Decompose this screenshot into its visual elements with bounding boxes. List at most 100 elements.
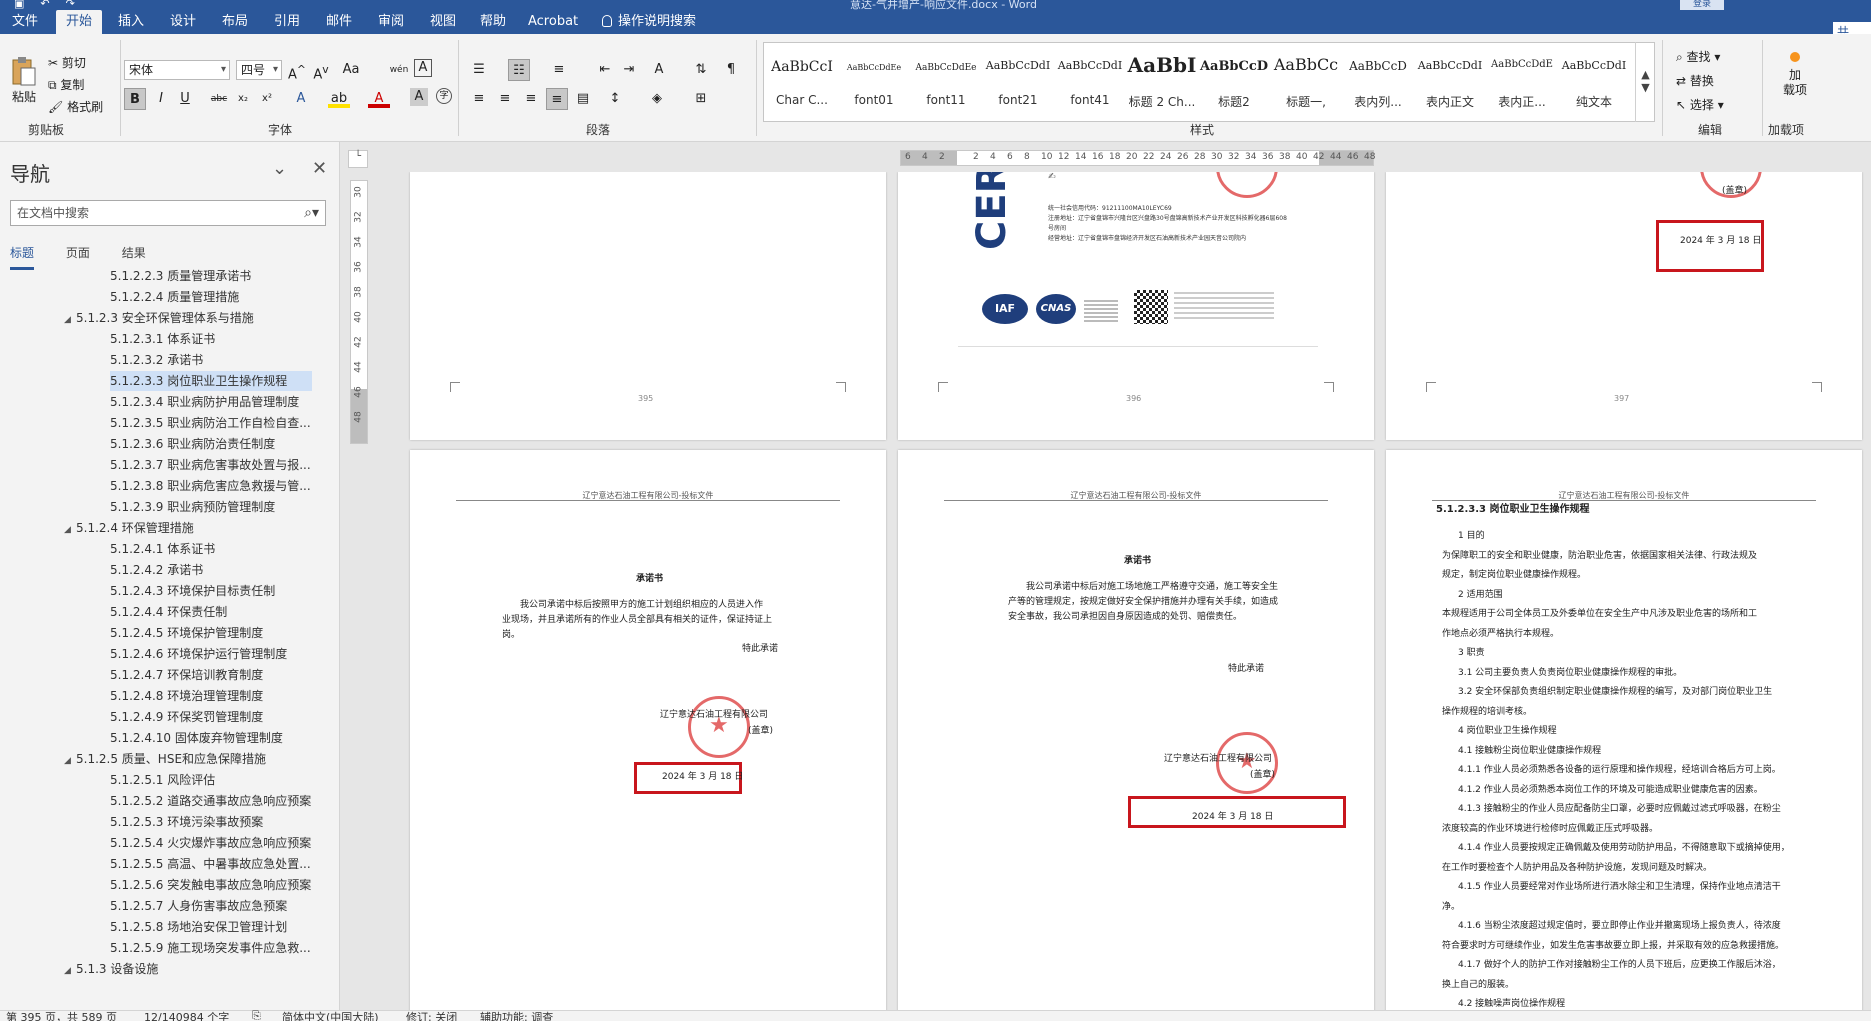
select-button[interactable]: ↖ 选择 ▾ bbox=[1676, 96, 1724, 113]
style-heading1[interactable]: AaBbCc 标题一, bbox=[1270, 43, 1342, 123]
highlight-button[interactable]: ab bbox=[328, 88, 350, 108]
page-397[interactable]: (盖章) 2024 年 3 月 18 日 397 bbox=[1386, 172, 1862, 440]
character-border-button[interactable]: A bbox=[414, 59, 432, 77]
style-table-body[interactable]: AaBbCcDdI 表内正文 bbox=[1414, 43, 1486, 123]
text-effects-button[interactable]: A bbox=[290, 88, 312, 110]
collapse-triangle-icon[interactable]: ◢ bbox=[64, 751, 76, 769]
quick-access-icons[interactable]: ▣↶↷ bbox=[14, 0, 91, 10]
nav-heading-item[interactable]: 5.1.2.3.2 承诺书 bbox=[110, 350, 203, 370]
nav-heading-item[interactable]: 5.1.2.5.2 道路交通事故应急响应预案 bbox=[110, 791, 311, 811]
nav-heading-item[interactable]: 5.1.2.4.1 体系证书 bbox=[110, 539, 215, 559]
tab-help[interactable]: 帮助 bbox=[470, 10, 516, 34]
nav-heading-item[interactable]: ◢ 5.1.2.4 环保管理措施 bbox=[64, 518, 194, 538]
tab-file[interactable]: 文件 bbox=[2, 10, 48, 34]
collapse-triangle-icon[interactable]: ◢ bbox=[64, 520, 76, 538]
nav-heading-item[interactable]: 5.1.2.3.4 职业病防护用品管理制度 bbox=[110, 392, 299, 412]
align-right-button[interactable]: ≡ bbox=[520, 88, 542, 110]
login-button[interactable]: 登录 bbox=[1680, 0, 1724, 10]
grow-font-button[interactable]: A^ bbox=[286, 59, 308, 82]
nav-heading-item[interactable]: 5.1.2.3.9 职业病预防管理制度 bbox=[110, 497, 275, 517]
nav-heading-item[interactable]: 5.1.2.3.8 职业病危害应急救援与管... bbox=[110, 476, 311, 496]
style-plain-text[interactable]: AaBbCcDdI 纯文本 bbox=[1558, 43, 1630, 123]
accessibility-status[interactable]: 辅助功能: 调查 bbox=[480, 1009, 553, 1021]
nav-heading-item[interactable]: 5.1.2.3.6 职业病防治责任制度 bbox=[110, 434, 275, 454]
decrease-indent-button[interactable]: ⇤ bbox=[594, 59, 616, 81]
page-398[interactable]: 辽宁意达石油工程有限公司-投标文件 承诺书 我公司承诺中标后按照甲方的施工计划组… bbox=[410, 450, 886, 1010]
page-400[interactable]: 辽宁意达石油工程有限公司-投标文件 5.1.2.3.3 岗位职业卫生操作规程 1… bbox=[1386, 450, 1862, 1010]
borders-button[interactable]: ⊞ bbox=[690, 88, 712, 110]
increase-indent-button[interactable]: ⇥ bbox=[618, 59, 640, 81]
cut-button[interactable]: ✂ 剪切 bbox=[48, 54, 86, 71]
character-shading-button[interactable]: A bbox=[410, 88, 428, 106]
align-center-button[interactable]: ≡ bbox=[494, 88, 516, 110]
language-indicator[interactable]: 简体中文(中国大陆) bbox=[282, 1009, 379, 1021]
nav-heading-item[interactable]: 5.1.2.5.4 火灾爆炸事故应急响应预案 bbox=[110, 833, 311, 853]
tab-review[interactable]: 审阅 bbox=[368, 10, 414, 34]
enclose-characters-button[interactable]: 字 bbox=[436, 88, 452, 104]
proofing-icon[interactable]: ⎘ bbox=[252, 1009, 261, 1021]
word-count[interactable]: 12/140984 个字 bbox=[144, 1009, 229, 1021]
change-case-button[interactable]: Aa bbox=[340, 59, 362, 81]
bullets-button[interactable]: ☰ bbox=[468, 59, 490, 81]
nav-heading-item[interactable]: 5.1.2.5.5 高温、中暑事故应急处置... bbox=[110, 854, 311, 874]
styles-more-button[interactable]: ▲ ▼ bbox=[1635, 42, 1655, 122]
style-font41[interactable]: AaBbCcDdI font41 bbox=[1054, 43, 1126, 123]
style-table-body-2[interactable]: AaBbCcDdE 表内正... bbox=[1486, 43, 1558, 123]
tab-insert[interactable]: 插入 bbox=[108, 10, 154, 34]
page-399[interactable]: 辽宁意达石油工程有限公司-投标文件 承诺书 我公司承诺中标后对施工场地施工严格遵… bbox=[898, 450, 1374, 1010]
tab-home[interactable]: 开始 bbox=[56, 10, 103, 34]
show-marks-button[interactable]: ¶ bbox=[720, 59, 742, 81]
page-count[interactable]: 第 395 页，共 589 页 bbox=[6, 1009, 117, 1021]
style-font01[interactable]: AaBbCcDdEe font01 bbox=[838, 43, 910, 123]
nav-heading-item[interactable]: 5.1.2.5.1 风险评估 bbox=[110, 770, 215, 790]
nav-heading-item[interactable]: 5.1.2.4.2 承诺书 bbox=[110, 560, 203, 580]
chinese-layout-button[interactable]: A bbox=[648, 59, 670, 81]
tab-references[interactable]: 引用 bbox=[264, 10, 310, 34]
shrink-font-button[interactable]: Av bbox=[310, 59, 332, 82]
strikethrough-button[interactable]: abc bbox=[208, 88, 230, 110]
search-icon[interactable]: ⌕▾ bbox=[304, 201, 319, 225]
close-icon[interactable]: ✕ bbox=[312, 158, 327, 179]
nav-heading-item[interactable]: 5.1.2.4.8 环境治理管理制度 bbox=[110, 686, 263, 706]
collapse-triangle-icon[interactable]: ◢ bbox=[64, 310, 76, 328]
nav-search-input[interactable]: 在文档中搜索 ⌕▾ bbox=[10, 200, 326, 226]
tab-layout[interactable]: 布局 bbox=[212, 10, 258, 34]
nav-heading-item[interactable]: 5.1.2.4.10 固体废弃物管理制度 bbox=[110, 728, 283, 748]
italic-button[interactable]: I bbox=[150, 88, 172, 110]
justify-button[interactable]: ≡ bbox=[546, 88, 568, 110]
distributed-button[interactable]: ▤ bbox=[572, 88, 594, 110]
tab-mailings[interactable]: 邮件 bbox=[316, 10, 362, 34]
nav-heading-item[interactable]: 5.1.2.3.3 岗位职业卫生操作规程 bbox=[110, 371, 312, 391]
font-color-button[interactable]: A bbox=[368, 88, 390, 108]
nav-tab-pages[interactable]: 页面 bbox=[66, 244, 90, 267]
nav-heading-item[interactable]: 5.1.2.4.7 环保培训教育制度 bbox=[110, 665, 263, 685]
style-font11[interactable]: AaBbCcDdEe font11 bbox=[910, 43, 982, 123]
shading-button[interactable]: ◈ bbox=[646, 88, 668, 110]
nav-heading-item[interactable]: 5.1.2.3.7 职业病危害事故处置与报... bbox=[110, 455, 311, 475]
replace-button[interactable]: ⇄ 替换 bbox=[1676, 72, 1714, 89]
nav-heading-item[interactable]: 5.1.2.5.9 施工现场突发事件应急救... bbox=[110, 938, 311, 958]
font-size-combo[interactable]: 四号 bbox=[236, 60, 282, 80]
format-painter-button[interactable]: 🖌 格式刷 bbox=[48, 98, 103, 115]
nav-heading-item[interactable]: 5.1.2.4.4 环保责任制 bbox=[110, 602, 227, 622]
copy-button[interactable]: ⧉ 复制 bbox=[48, 76, 84, 93]
style-heading2-char[interactable]: AaBbI 标题 2 Ch... bbox=[1126, 43, 1198, 123]
font-name-combo[interactable]: 宋体 bbox=[124, 60, 230, 80]
bold-button[interactable]: B bbox=[124, 88, 146, 110]
tab-acrobat[interactable]: Acrobat bbox=[518, 10, 588, 34]
tab-view[interactable]: 视图 bbox=[420, 10, 466, 34]
style-table-column[interactable]: AaBbCcD 表内列... bbox=[1342, 43, 1414, 123]
nav-heading-item[interactable]: 5.1.2.4.5 环境保护管理制度 bbox=[110, 623, 263, 643]
nav-heading-item[interactable]: ◢ 5.1.2.3 安全环保管理体系与措施 bbox=[64, 308, 254, 328]
collapse-triangle-icon[interactable]: ◢ bbox=[64, 961, 76, 979]
multilevel-list-button[interactable]: ≡ bbox=[548, 59, 570, 81]
align-left-button[interactable]: ≡ bbox=[468, 88, 490, 110]
phonetic-guide-button[interactable]: wén bbox=[388, 59, 410, 81]
nav-heading-item[interactable]: ◢ 5.1.3 设备设施 bbox=[64, 959, 158, 979]
subscript-button[interactable]: x₂ bbox=[232, 88, 254, 110]
nav-heading-item[interactable]: 5.1.2.4.3 环境保护目标责任制 bbox=[110, 581, 275, 601]
line-spacing-button[interactable]: ↕ bbox=[604, 88, 626, 110]
superscript-button[interactable]: x² bbox=[256, 88, 278, 110]
track-changes-status[interactable]: 修订: 关闭 bbox=[406, 1009, 457, 1021]
horizontal-ruler[interactable]: 6 4 2 2 4 6 8 10 12 14 16 18 20 22 24 26 28 30 32 34 36 38 40 4… bbox=[900, 150, 1375, 166]
